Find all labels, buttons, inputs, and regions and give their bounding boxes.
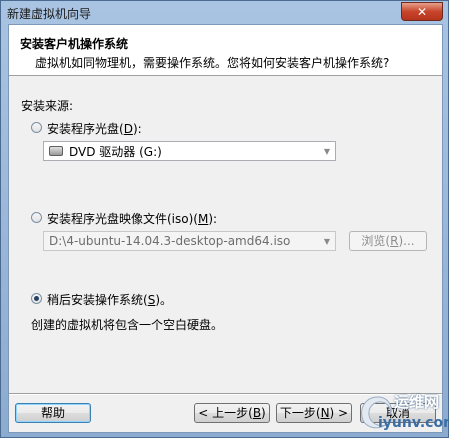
next-suffix: ) > xyxy=(329,406,349,420)
wizard-header: 安装客户机操作系统 虚拟机如同物理机，需要操作系统。您将如何安装客户机操作系统? xyxy=(9,25,442,76)
iso-path-combo[interactable]: D:\4-ubuntu-14.04.3-desktop-amd64.iso ▼ xyxy=(43,231,336,251)
page-subtitle: 虚拟机如同物理机，需要操作系统。您将如何安装客户机操作系统? xyxy=(35,56,390,70)
iso-option-label[interactable]: 安装程序光盘映像文件(iso)(M): xyxy=(47,210,217,227)
wizard-window: 新建虚拟机向导 ✕ 安装客户机操作系统 虚拟机如同物理机，需要操作系统。您将如何… xyxy=(0,0,449,438)
disc-option-suffix: ): xyxy=(132,122,142,136)
install-source-label: 安装来源: xyxy=(21,99,74,113)
disc-option-prefix: 安装程序光盘( xyxy=(47,122,124,136)
title-bar[interactable]: 新建虚拟机向导 ✕ xyxy=(1,1,448,23)
close-icon: ✕ xyxy=(416,4,428,19)
disc-radio[interactable] xyxy=(31,122,42,133)
back-prefix: < 上一步( xyxy=(198,406,253,420)
disc-option-label[interactable]: 安装程序光盘(D): xyxy=(47,120,142,137)
browse-suffix: )... xyxy=(398,234,415,248)
chevron-down-icon: ▼ xyxy=(323,236,331,246)
install-later-suffix: )。 xyxy=(155,293,172,307)
install-later-description: 创建的虚拟机将包含一个空白硬盘。 xyxy=(31,318,224,332)
back-suffix: ) xyxy=(261,406,266,420)
disc-drive-select[interactable]: DVD 驱动器 (G:) ▼ xyxy=(43,141,336,161)
watermark-bottom-text: iyunv.com xyxy=(378,415,449,431)
help-button[interactable]: 帮助 xyxy=(15,403,91,423)
dialog-body: 安装客户机操作系统 虚拟机如同物理机，需要操作系统。您将如何安装客户机操作系统?… xyxy=(8,24,443,433)
iso-option-suffix: ): xyxy=(208,212,218,226)
disc-drive-value: DVD 驱动器 (G:) xyxy=(69,144,162,159)
page-title: 安装客户机操作系统 xyxy=(20,37,129,51)
chevron-down-icon: ▼ xyxy=(323,146,331,156)
back-button[interactable]: < 上一步(B) xyxy=(194,403,270,423)
install-later-radio[interactable] xyxy=(31,293,42,304)
watermark-top-text: 运维网 xyxy=(394,393,440,411)
disc-option-accel: D xyxy=(123,122,133,136)
dvd-drive-icon xyxy=(49,146,63,156)
iso-radio[interactable] xyxy=(31,212,42,223)
next-button[interactable]: 下一步(N) > xyxy=(276,403,352,423)
install-later-prefix: 稍后安装操作系统( xyxy=(47,293,148,307)
watermark-logo: 运维网 iyunv.com xyxy=(356,391,449,435)
back-accel: B xyxy=(252,406,262,420)
window-title: 新建虚拟机向导 xyxy=(7,7,92,21)
iso-option-prefix: 安装程序光盘映像文件(iso)( xyxy=(47,212,198,226)
next-accel: N xyxy=(320,406,330,420)
browse-button[interactable]: 浏览(R)... xyxy=(349,231,427,251)
browse-prefix: 浏览( xyxy=(361,234,391,248)
iso-path-value: D:\4-ubuntu-14.04.3-desktop-amd64.iso xyxy=(49,234,291,248)
close-button[interactable]: ✕ xyxy=(401,2,443,21)
next-prefix: 下一步( xyxy=(279,406,321,420)
iso-option-accel: M xyxy=(197,212,209,226)
install-later-label[interactable]: 稍后安装操作系统(S)。 xyxy=(47,291,172,308)
